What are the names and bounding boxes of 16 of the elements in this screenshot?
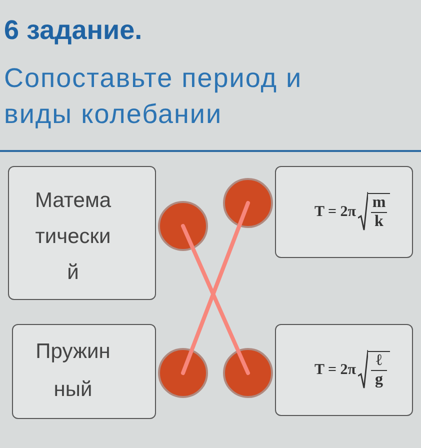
formula-card[interactable]: T = 2π m k [275,166,413,258]
card-text: Пружинный [34,339,112,403]
numerator: ℓ [376,352,382,370]
task-title: 6 задание. [4,14,144,46]
card-text: Математический [34,188,112,286]
numerator: m [372,194,386,212]
radical-icon [358,192,368,232]
denominator: k [374,213,384,232]
instruction-text: Сопоставьте период и виды колебании [4,62,304,131]
formula-text: T = 2π [314,360,356,380]
answer-card[interactable]: Математический [8,166,156,300]
radical-icon [358,350,368,390]
formula-card[interactable]: T = 2π ℓ g [275,324,413,416]
denominator: g [375,371,383,390]
formula-text: T = 2π [314,202,356,222]
answer-card[interactable]: Пружинный [12,324,156,419]
